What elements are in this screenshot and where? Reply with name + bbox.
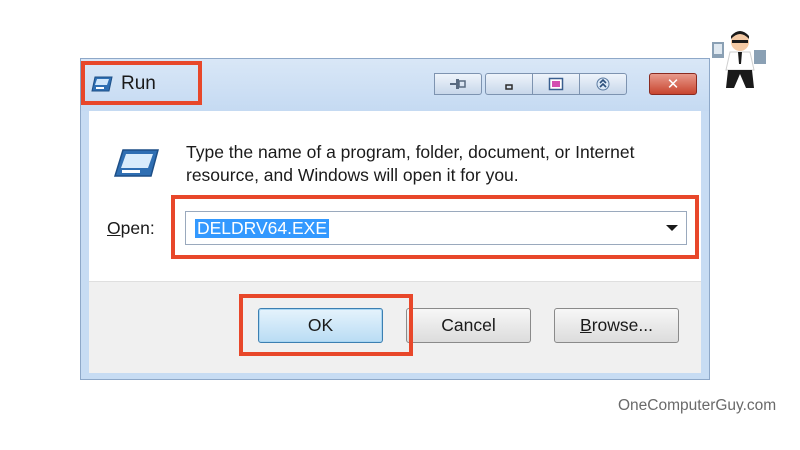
- pin-button[interactable]: [434, 73, 482, 95]
- dialog-description: Type the name of a program, folder, docu…: [186, 142, 635, 185]
- open-label: Open:: [107, 218, 155, 238]
- restore-icon: [596, 77, 610, 91]
- run-program-icon: [113, 149, 159, 177]
- window-bottom-edge: [81, 375, 709, 379]
- color-window-button[interactable]: [532, 73, 580, 95]
- highlight-ok-button: [239, 294, 413, 356]
- window-icon: [548, 77, 564, 91]
- minimize-button[interactable]: [485, 73, 533, 95]
- highlight-run-title: [81, 61, 202, 105]
- pin-button-group: [434, 73, 482, 95]
- onecomputerguy-logo: [712, 31, 766, 88]
- close-icon: ✕: [666, 75, 680, 93]
- watermark-text: OneComputerGuy.com: [618, 397, 777, 414]
- close-button[interactable]: ✕: [649, 73, 697, 95]
- pin-icon: [450, 79, 466, 89]
- highlight-open-field: [171, 195, 699, 259]
- minimize-icon: [505, 84, 513, 90]
- open-label-rest: pen:: [120, 218, 155, 238]
- cancel-button[interactable]: Cancel: [406, 308, 531, 343]
- restore-button[interactable]: [579, 73, 627, 95]
- window-controls: [485, 73, 627, 95]
- browse-button[interactable]: Browse...: [554, 308, 679, 343]
- browse-label-rest: rowse...: [591, 315, 653, 335]
